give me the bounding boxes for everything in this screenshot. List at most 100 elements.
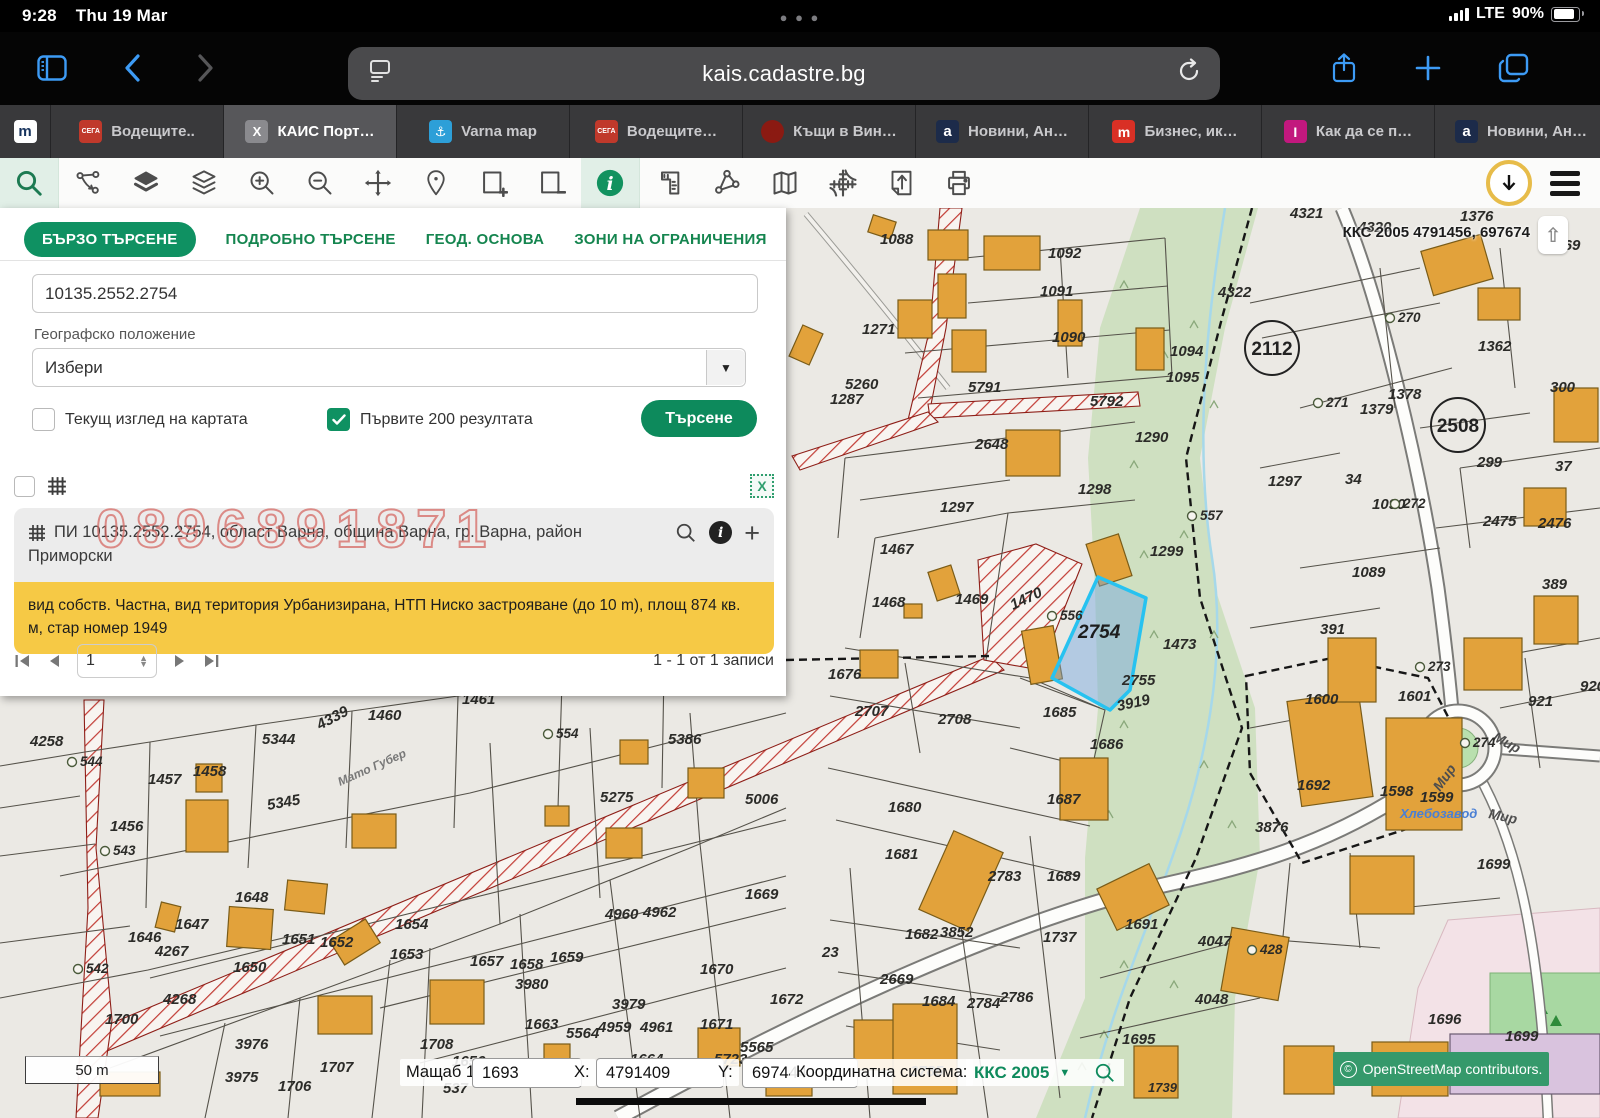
route-tool-icon[interactable] [59, 158, 117, 208]
new-tab-button[interactable] [1406, 46, 1450, 90]
export-excel-button[interactable]: X [750, 474, 774, 498]
x-label: X: [568, 1059, 596, 1086]
measure-length-icon[interactable] [640, 158, 698, 208]
sidebar-toggle-button[interactable] [30, 46, 74, 90]
prev-page-icon[interactable] [47, 653, 61, 669]
parcel-label: 4258 [29, 733, 64, 750]
chevron-down-icon[interactable]: ▼ [706, 350, 745, 385]
geo-select[interactable]: Избери ▼ [32, 348, 746, 387]
parcel-label: 1598 [1380, 783, 1414, 800]
first200-checkbox-row[interactable]: Първите 200 резултата [327, 408, 533, 431]
pagination: 1 ▲▼ 1 - 1 от 1 записи [14, 644, 774, 678]
zoom-in-tool-icon[interactable] [233, 158, 291, 208]
parcel-label: 1687 [1047, 791, 1081, 808]
parcel-label: 5006 [745, 791, 779, 808]
select-remove-rect-icon[interactable] [523, 158, 581, 208]
browser-tab-8[interactable]: aНовини, Ан… [1435, 105, 1600, 158]
back-button[interactable] [110, 46, 154, 90]
first-page-icon[interactable] [14, 653, 31, 669]
layers-filled-icon[interactable] [117, 158, 175, 208]
result-card: ПИ 10135.2552.2754, област Варна, община… [14, 508, 774, 654]
browser-tab-3[interactable]: СЕГАВодещите… [570, 105, 743, 158]
parcel-label: 5792 [1090, 393, 1124, 410]
share-button[interactable] [1322, 46, 1366, 90]
parcel-label: 1739 [1148, 1080, 1178, 1095]
parcel-label: 274 [1472, 735, 1496, 750]
browser-tab-4[interactable]: ●Къщи в Вин… [743, 105, 916, 158]
tab-favicon: X [245, 120, 268, 143]
zoom-to-result-icon[interactable] [675, 522, 697, 544]
parcel-label: 4267 [154, 943, 189, 960]
checkbox-unchecked[interactable] [32, 408, 55, 431]
browser-tab-6[interactable]: mБизнес, ик… [1089, 105, 1262, 158]
export-page-icon[interactable] [872, 158, 930, 208]
checkbox-checked[interactable] [327, 408, 350, 431]
browser-tab-0[interactable]: СЕГАВодещите.. [51, 105, 224, 158]
coordinates-search-icon[interactable] [1094, 1062, 1116, 1084]
parcel-label: 1707 [320, 1059, 354, 1076]
parcel-label: 4048 [1194, 991, 1229, 1008]
osm-attribution[interactable]: © OpenStreetMap contributors. [1333, 1052, 1549, 1086]
current-view-checkbox-row[interactable]: Текущ изглед на картата [32, 408, 248, 431]
copyright-icon: © [1340, 1061, 1357, 1078]
parcel-label: 2754 [1077, 622, 1121, 643]
parcel-label: 273 [1427, 659, 1451, 674]
address-bar[interactable]: kais.cadastre.bg [348, 47, 1220, 100]
select-add-rect-icon[interactable] [465, 158, 523, 208]
print-icon[interactable] [930, 158, 988, 208]
tab-restriction-zones[interactable]: ЗОНИ НА ОГРАНИЧЕНИЯ [574, 231, 766, 248]
measure-area-icon[interactable] [698, 158, 756, 208]
search-tool-button[interactable] [0, 158, 59, 208]
download-button[interactable] [1486, 160, 1532, 206]
tab-detailed-search[interactable]: ПОДРОБНО ТЪРСЕНЕ [226, 231, 396, 248]
north-arrow-icon[interactable]: ⇧ [1538, 216, 1568, 254]
map-crs-readout: ККС 2005 4791456, 697674 [1343, 224, 1530, 241]
network-type: LTE [1476, 5, 1505, 23]
parcel-label: 1089 [1352, 564, 1386, 581]
layers-outline-icon[interactable] [175, 158, 233, 208]
browser-tab-5[interactable]: aНовини, Ан… [916, 105, 1089, 158]
pan-tool-icon[interactable] [349, 158, 407, 208]
parcel-label: 1092 [1048, 245, 1082, 262]
scale-input[interactable]: 1693 [472, 1058, 582, 1088]
result-row[interactable]: ПИ 10135.2552.2754, област Варна, община… [14, 508, 774, 582]
menu-button[interactable] [1550, 171, 1580, 196]
browser-tab-7[interactable]: IКак да се п… [1262, 105, 1435, 158]
result-add-icon[interactable]: + [744, 523, 760, 543]
tab-geodetic-basis[interactable]: ГЕОД. ОСНОВА [426, 231, 545, 248]
parcel-label: 3979 [612, 996, 646, 1013]
coordinate-grid-icon[interactable] [814, 158, 872, 208]
chevron-down-icon[interactable]: ▼ [1059, 1067, 1070, 1079]
result-info-icon[interactable]: i [709, 521, 732, 544]
parcel-label: 1696 [1428, 1011, 1462, 1028]
browser-tab-2[interactable]: ⚓Varna map [397, 105, 570, 158]
location-pin-icon[interactable] [407, 158, 465, 208]
parcel-label: 34 [1345, 471, 1362, 488]
stepper-arrows-icon[interactable]: ▲▼ [139, 655, 148, 667]
zoom-out-tool-icon[interactable] [291, 158, 349, 208]
parcel-label: 1681 [885, 846, 918, 863]
search-input[interactable]: 10135.2552.2754 [32, 274, 758, 313]
tab-favicon: СЕГА [79, 120, 102, 143]
reload-button[interactable] [1176, 58, 1202, 89]
tab-partial[interactable]: m [0, 105, 51, 158]
parcel-label: 1271 [862, 321, 895, 338]
parcel-label: 1473 [1163, 636, 1197, 653]
forward-button[interactable] [184, 46, 228, 90]
page-settings-icon[interactable] [368, 59, 392, 88]
parcel-label: 4962 [642, 904, 677, 921]
info-tool-button[interactable]: i [581, 158, 640, 208]
search-button[interactable]: Търсене [641, 400, 757, 437]
next-page-icon[interactable] [173, 653, 187, 669]
browser-tab-1[interactable]: XКАИС Порт… [224, 105, 397, 158]
page-number-input[interactable]: 1 ▲▼ [77, 644, 157, 678]
select-all-checkbox[interactable] [14, 476, 35, 497]
map-icon[interactable] [756, 158, 814, 208]
crs-select[interactable]: ККС 2005 ▼ [966, 1059, 1124, 1086]
last-page-icon[interactable] [203, 653, 220, 669]
x-input[interactable]: 4791409 [596, 1058, 724, 1088]
tab-quick-search[interactable]: БЪРЗО ТЪРСЕНЕ [24, 222, 196, 257]
parcel-label: 1684 [922, 993, 956, 1010]
tabs-overview-button[interactable] [1492, 46, 1536, 90]
tab-title: Как да се п… [1316, 123, 1412, 140]
